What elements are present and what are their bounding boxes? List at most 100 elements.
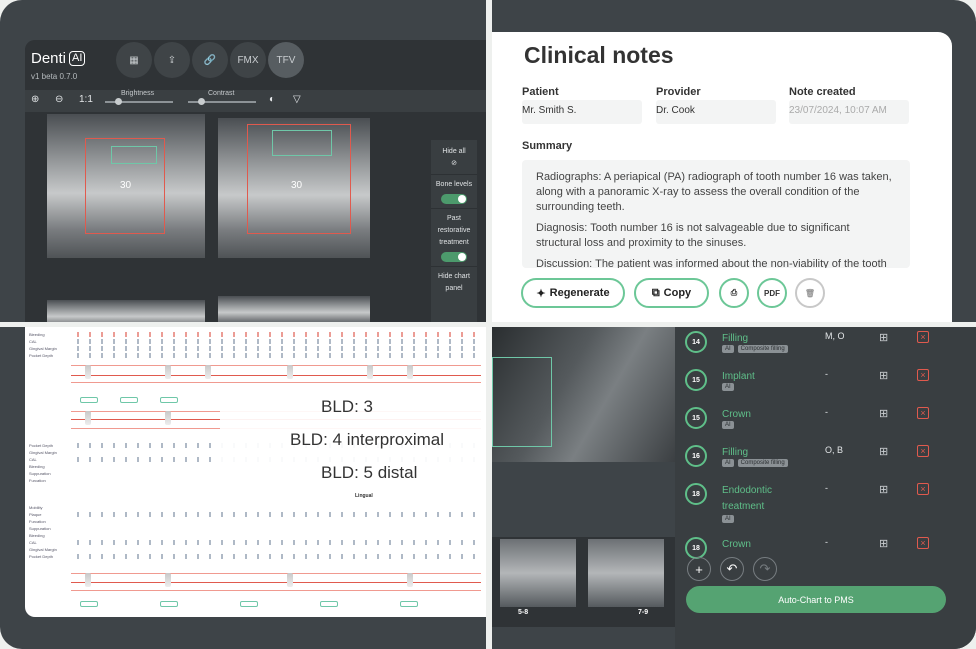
filter-icon[interactable]: ▽: [293, 94, 301, 105]
clinical-notes-panel: Clinical notes Patient Mr. Smith S. Prov…: [492, 32, 952, 322]
add-to-chart-icon[interactable]: ⊞: [879, 407, 888, 420]
page-title: Clinical notes: [524, 42, 674, 68]
add-to-chart-icon[interactable]: ⊞: [879, 369, 888, 382]
xray-thumbnail[interactable]: [500, 539, 576, 607]
eye-off-icon[interactable]: ⊘: [431, 158, 477, 170]
tfv-button[interactable]: TFV: [268, 42, 304, 78]
delete-icon[interactable]: ×: [917, 483, 929, 495]
surface-value: -: [825, 407, 828, 417]
list-item[interactable]: 18 Crown - ⊞ ×: [675, 533, 955, 559]
tooth-graphic[interactable]: [165, 573, 171, 587]
fmx-button[interactable]: FMX: [230, 42, 266, 78]
grid-button[interactable]: ▦: [116, 42, 152, 78]
tooth-badge: 14: [685, 331, 707, 353]
tooth-graphic[interactable]: [85, 365, 91, 379]
tooth-graphic[interactable]: [407, 573, 413, 587]
summary-text[interactable]: Radiographs: A periapical (PA) radiograp…: [522, 160, 910, 268]
add-to-chart-icon[interactable]: ⊞: [879, 445, 888, 458]
tooth-badge: 18: [685, 537, 707, 559]
zoom-out-icon[interactable]: ⊖: [55, 94, 63, 105]
print-button[interactable]: ⎙: [719, 278, 749, 308]
patient-field[interactable]: Mr. Smith S.: [522, 100, 642, 124]
bone-level-line: [71, 582, 481, 583]
zoom-in-icon[interactable]: ⊕: [31, 94, 39, 105]
xray-thumbnail[interactable]: [588, 539, 664, 607]
tooth-tag[interactable]: [400, 601, 418, 607]
list-item[interactable]: 14 Filling AI Composite filling M, O ⊞ ×: [675, 327, 955, 365]
tooth-graphic[interactable]: [85, 573, 91, 587]
chart-row-label: Furcation: [29, 519, 46, 524]
tooth-band: [71, 365, 481, 383]
tooth-number: 30: [120, 180, 132, 191]
chart-row-label: Suppuration: [29, 526, 51, 531]
tooth-graphic[interactable]: [85, 411, 91, 425]
xray-image[interactable]: [492, 327, 675, 462]
surface-value: -: [825, 537, 828, 547]
brightness-knob[interactable]: [115, 98, 122, 105]
list-item[interactable]: 16 Filling AI Composite filling O, B ⊞ ×: [675, 441, 955, 479]
tooth-tag[interactable]: [160, 397, 178, 403]
link-button[interactable]: 🔗: [192, 42, 228, 78]
tooth-graphic[interactable]: [287, 365, 293, 379]
xray-viewer: Denti AI v1 beta 0.7.0 ▦ ⇪ 🔗 FMX TFV ⊕ ⊖…: [25, 40, 486, 322]
redo-button[interactable]: ↷: [753, 557, 777, 581]
sparkle-icon: ✦: [536, 287, 546, 300]
invert-icon[interactable]: ◐: [269, 94, 275, 105]
add-button[interactable]: +: [687, 557, 711, 581]
bone-box: [492, 357, 552, 447]
material-chip: Composite filling: [737, 345, 788, 353]
bone-level-line: [71, 375, 481, 376]
past-treatment-toggle[interactable]: [441, 252, 467, 262]
add-to-chart-icon[interactable]: ⊞: [879, 331, 888, 344]
tooth-tag[interactable]: [240, 601, 258, 607]
summary-paragraph: Discussion: The patient was informed abo…: [536, 258, 887, 268]
list-item[interactable]: 15 Implant AI - ⊞ ×: [675, 365, 955, 403]
list-item[interactable]: 15 Crown AI - ⊞ ×: [675, 403, 955, 441]
auto-chart-button[interactable]: Auto-Chart to PMS: [686, 586, 946, 613]
actual-size-button[interactable]: 1:1: [79, 94, 93, 105]
add-to-chart-icon[interactable]: ⊞: [879, 537, 888, 550]
tooth-graphic[interactable]: [367, 365, 373, 379]
delete-icon[interactable]: ×: [917, 331, 929, 343]
chart-row-label: Mobility: [29, 505, 43, 510]
procedure-name: Crown: [722, 539, 751, 550]
delete-icon[interactable]: ×: [917, 537, 929, 549]
list-item[interactable]: 18 Endodontic treatment AI - ⊞ ×: [675, 479, 955, 529]
regenerate-label: Regenerate: [549, 287, 610, 299]
bone-levels-toggle[interactable]: [441, 194, 467, 204]
tooth-tag[interactable]: [80, 601, 98, 607]
upload-icon: ⇪: [167, 54, 177, 66]
composite-frame: Denti AI v1 beta 0.7.0 ▦ ⇪ 🔗 FMX TFV ⊕ ⊖…: [0, 0, 976, 649]
regenerate-button[interactable]: ✦ Regenerate: [521, 278, 625, 308]
delete-icon[interactable]: ×: [917, 407, 929, 419]
hide-chart-label: Hide chart panel: [438, 273, 470, 292]
copy-button[interactable]: ⧉ Copy: [634, 278, 709, 308]
upload-button[interactable]: ⇪: [154, 42, 190, 78]
provider-field[interactable]: Dr. Cook: [656, 100, 776, 124]
tooth-tag[interactable]: [160, 601, 178, 607]
tooth-graphic[interactable]: [287, 573, 293, 587]
contrast-knob[interactable]: [198, 98, 205, 105]
app-logo: Denti AI: [31, 50, 86, 67]
created-field[interactable]: 23/07/2024, 10:07 AM: [789, 100, 909, 124]
delete-icon[interactable]: ×: [917, 369, 929, 381]
tooth-badge: 15: [685, 369, 707, 391]
ai-chip: AI: [722, 459, 734, 467]
delete-note-button[interactable]: 🗑: [795, 278, 825, 308]
undo-button[interactable]: ↶: [720, 557, 744, 581]
bone-levels-label: Bone levels: [435, 181, 473, 188]
xray-image[interactable]: [218, 296, 370, 322]
tooth-graphic[interactable]: [205, 365, 211, 379]
summary-paragraph: Diagnosis: Tooth number 16 is not salvag…: [536, 222, 850, 249]
tooth-graphic[interactable]: [407, 365, 413, 379]
tooth-graphic[interactable]: [165, 365, 171, 379]
tooth-tag[interactable]: [80, 397, 98, 403]
surface-value: -: [825, 483, 828, 493]
tooth-tag[interactable]: [120, 397, 138, 403]
tooth-tag[interactable]: [320, 601, 338, 607]
add-to-chart-icon[interactable]: ⊞: [879, 483, 888, 496]
tooth-graphic[interactable]: [165, 411, 171, 425]
delete-icon[interactable]: ×: [917, 445, 929, 457]
pdf-button[interactable]: PDF: [757, 278, 787, 308]
xray-image[interactable]: [47, 300, 205, 322]
